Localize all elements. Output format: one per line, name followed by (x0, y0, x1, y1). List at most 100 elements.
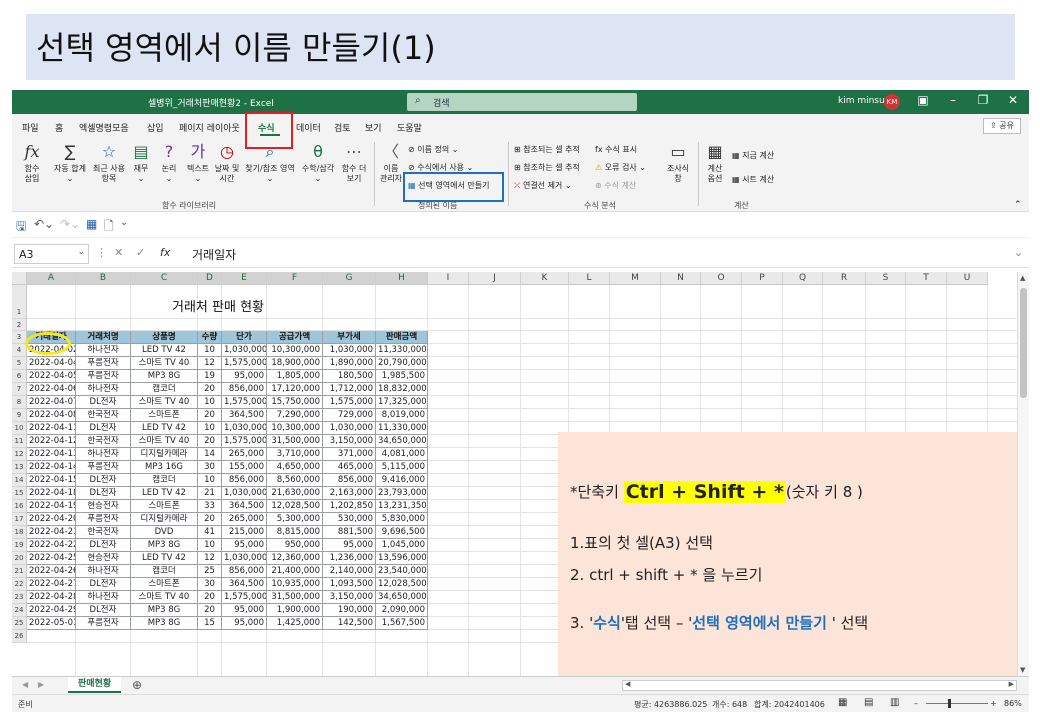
table-cell[interactable]: 11,330,000 (376, 422, 428, 435)
table-cell[interactable]: MP3 8G (131, 539, 198, 552)
table-cell[interactable]: 10 (198, 396, 222, 409)
table-cell[interactable]: 3,710,000 (267, 448, 323, 461)
row-header[interactable]: 13 (12, 461, 27, 474)
table-cell[interactable]: 17,325,000 (376, 396, 428, 409)
table-cell[interactable]: 10,935,000 (267, 578, 323, 591)
table-cell[interactable]: 스마트 TV 40 (131, 591, 198, 604)
table-cell[interactable]: MP3 8G (131, 370, 198, 383)
table-cell[interactable]: 215,000 (222, 526, 267, 539)
table-cell[interactable]: 2,090,000 (376, 604, 428, 617)
table-cell[interactable]: 2022-04-28 (27, 591, 76, 604)
table-cell[interactable]: 1,575,000 (323, 396, 376, 409)
column-header[interactable]: S (866, 272, 906, 285)
table-cell[interactable]: 디지털카메라 (131, 513, 198, 526)
logical-button[interactable]: ? 논리 ⌄ (158, 142, 180, 184)
table-cell[interactable]: 12 (198, 552, 222, 565)
next-sheet-icon[interactable]: ▶ (38, 680, 44, 689)
table-cell[interactable]: 20 (198, 513, 222, 526)
table-cell[interactable]: 스마트폰 (131, 500, 198, 513)
table-cell[interactable]: 3,150,000 (323, 435, 376, 448)
share-button[interactable]: ⇪ 공유 (983, 118, 1021, 134)
customize-qat-icon[interactable]: ⌄ (120, 217, 128, 228)
table-header-cell[interactable]: 수량 (198, 331, 222, 344)
column-header[interactable]: G (323, 272, 376, 285)
financial-button[interactable]: ▤ 재무 ⌄ (130, 142, 152, 184)
table-cell[interactable]: 푸름전자 (76, 357, 131, 370)
table-cell[interactable]: 1,900,000 (267, 604, 323, 617)
undo-icon[interactable]: ↶⌄ (34, 217, 54, 231)
table-cell[interactable]: 1,030,000 (222, 487, 267, 500)
restore-icon[interactable]: ❐ (972, 93, 994, 107)
table-cell[interactable]: 2022-04-11 (27, 422, 76, 435)
recently-used-button[interactable]: ☆ 최근 사용 항목 (90, 142, 128, 184)
table-cell[interactable]: 17,120,000 (267, 383, 323, 396)
tab-file[interactable]: 파일 (22, 121, 39, 134)
table-cell[interactable]: 7,290,000 (267, 409, 323, 422)
table-cell[interactable]: 20 (198, 604, 222, 617)
tab-review[interactable]: 검토 (334, 121, 351, 134)
column-header[interactable]: R (823, 272, 866, 285)
table-cell[interactable]: 5,115,000 (376, 461, 428, 474)
tab-excel-commands[interactable]: 엑셀명령모음 (79, 121, 129, 134)
table-cell[interactable]: 스마트 TV 40 (131, 435, 198, 448)
table-cell[interactable]: DL전자 (76, 578, 131, 591)
table-cell[interactable]: 2022-04-25 (27, 552, 76, 565)
add-sheet-icon[interactable]: ⊕ (132, 678, 142, 692)
table-cell[interactable]: 14 (198, 448, 222, 461)
ribbon-display-icon[interactable]: ▣ (912, 93, 934, 107)
more-functions-button[interactable]: ⋯ 함수 더 보기 (338, 142, 370, 184)
scroll-up-icon[interactable]: ▲ (1020, 274, 1025, 282)
table-cell[interactable]: 스마트폰 (131, 409, 198, 422)
table-cell[interactable]: 12 (198, 357, 222, 370)
table-cell[interactable]: 34,650,000 (376, 435, 428, 448)
table-cell[interactable]: DVD (131, 526, 198, 539)
table-cell[interactable]: 3,150,000 (323, 591, 376, 604)
table-cell[interactable]: 142,500 (323, 617, 376, 630)
table-cell[interactable]: 729,000 (323, 409, 376, 422)
table-cell[interactable]: 하나전자 (76, 591, 131, 604)
row-header[interactable]: 17 (12, 513, 27, 526)
tab-insert[interactable]: 삽입 (147, 121, 164, 134)
table-cell[interactable]: 34,650,000 (376, 591, 428, 604)
row-header[interactable]: 2 (12, 319, 27, 331)
table-cell[interactable]: 25 (198, 565, 222, 578)
table-cell[interactable]: 1,575,000 (222, 435, 267, 448)
collapse-ribbon-icon[interactable]: ⌃ (1014, 200, 1022, 210)
table-cell[interactable]: 2022-04-14 (27, 461, 76, 474)
row-header[interactable]: 11 (12, 435, 27, 448)
table-cell[interactable]: 2022-04-15 (27, 474, 76, 487)
table-cell[interactable]: MP3 8G (131, 617, 198, 630)
vertical-scrollbar[interactable]: ▲ ▼ (1017, 272, 1029, 676)
table-cell[interactable]: 371,000 (323, 448, 376, 461)
table-cell[interactable]: 1,567,500 (376, 617, 428, 630)
expand-formula-bar-icon[interactable]: ⌄ (1014, 246, 1023, 259)
table-cell[interactable]: 10,300,000 (267, 344, 323, 357)
table-cell[interactable]: 2022-04-26 (27, 565, 76, 578)
table-icon[interactable]: ▦ (86, 217, 97, 231)
table-cell[interactable]: 9,696,500 (376, 526, 428, 539)
table-cell[interactable]: 530,000 (323, 513, 376, 526)
table-cell[interactable]: 30 (198, 578, 222, 591)
row-header[interactable]: 23 (12, 591, 27, 604)
math-trig-button[interactable]: θ 수학/삼각 ⌄ (300, 142, 336, 184)
table-cell[interactable]: 21,630,000 (267, 487, 323, 500)
table-cell[interactable]: 1,712,000 (323, 383, 376, 396)
column-header[interactable]: U (947, 272, 988, 285)
column-header[interactable]: L (569, 272, 610, 285)
table-cell[interactable]: 11,330,000 (376, 344, 428, 357)
table-cell[interactable]: 1,030,000 (222, 552, 267, 565)
calculate-now-button[interactable]: ▦ 지금 계산 (732, 150, 774, 161)
table-cell[interactable]: 13,596,000 (376, 552, 428, 565)
calculate-sheet-button[interactable]: ▦ 시트 계산 (732, 174, 774, 185)
trace-precedents-button[interactable]: ⊞ 참조되는 셀 추적 (514, 144, 580, 155)
table-cell[interactable]: 1,030,000 (323, 344, 376, 357)
table-cell[interactable]: 20 (198, 435, 222, 448)
scroll-right-icon[interactable]: ▶ (1009, 680, 1014, 688)
sheet-title-cell[interactable]: 거래처 판매 현황 (172, 296, 264, 315)
table-cell[interactable]: 2022-04-06 (27, 383, 76, 396)
table-cell[interactable]: 9,416,000 (376, 474, 428, 487)
column-header[interactable]: H (376, 272, 428, 285)
table-cell[interactable]: 캠코더 (131, 474, 198, 487)
table-cell[interactable]: 265,000 (222, 448, 267, 461)
table-cell[interactable]: MP3 16G (131, 461, 198, 474)
